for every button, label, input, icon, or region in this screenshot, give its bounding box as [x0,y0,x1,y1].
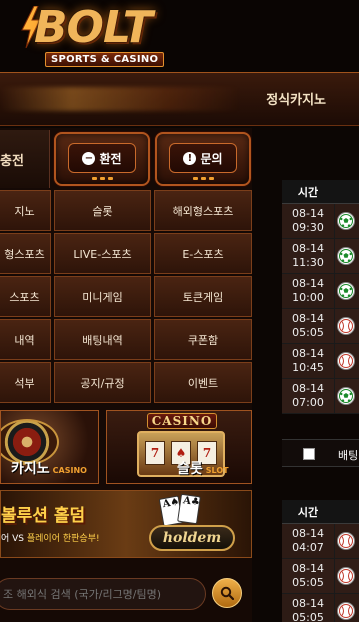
soccer-ball-icon [337,387,355,405]
exclamation-icon: ! [183,151,197,165]
table-row[interactable]: 08-14 05:05 [282,559,359,594]
menu-attendance[interactable]: 석부 [0,362,51,403]
match-time: 08-14 11:30 [292,242,324,269]
holdem-logo: holdem [149,525,235,551]
exchange-button-face: − 환전 [68,143,136,173]
menu-overseas-sports[interactable]: 해외형스포츠 [154,190,252,231]
left-panel: 충전 − 환전 ! 문의 지노 슬롯 해외형스포츠 형스포츠 LIVE-스포츠 … [0,128,252,622]
holdem-subtitle: 어 VS 플레이어 한판승부! [1,534,100,544]
select-all-checkbox[interactable] [303,448,315,460]
baseball-icon [337,602,355,620]
table-row[interactable]: 08-14 10:45 [282,344,359,379]
exchange-button[interactable]: − 환전 [54,132,150,186]
table-row[interactable]: 08-14 09:30 [282,204,359,239]
logo-text: BOLT [34,2,153,53]
search-icon [220,586,234,600]
soccer-ball-icon [337,247,355,265]
inquiry-button-face: ! 문의 [169,143,237,173]
bet-select-row: 배팅 [282,439,359,467]
charge-button[interactable]: 충전 [0,130,50,188]
slot-sign: CASINO [147,413,217,429]
menu-special-sports[interactable]: 스포츠 [0,276,51,317]
casino-banner[interactable]: 카지노 CASINO [0,410,99,484]
table-row[interactable]: 08-14 05:05 [282,309,359,344]
match-time: 08-14 10:00 [292,277,324,304]
slot-banner[interactable]: CASINO 7 ♠ 7 슬롯 SLOT [106,410,252,484]
table-header: 시간 [282,500,359,524]
bet-label: 배팅 [338,449,359,462]
holdem-title: 볼루션 홀덤 [1,506,86,526]
menu-live-sports[interactable]: LIVE-스포츠 [54,233,151,274]
exchange-label: 환전 [99,151,122,166]
nav-bar: 정식카지노 [0,72,359,126]
nav-item-official-casino[interactable]: 정식카지노 [266,89,326,108]
table-row[interactable]: 08-14 04:07 [282,524,359,559]
menu-e-sports[interactable]: E-스포츠 [154,233,252,274]
match-time: 08-14 09:30 [292,207,324,234]
menu-history[interactable]: 내역 [0,319,51,360]
casino-banner-label: 카지노 CASINO [11,461,87,477]
match-time: 08-14 05:05 [292,562,324,589]
baseball-icon [337,317,355,335]
inquiry-label: 문의 [200,151,223,166]
baseball-icon [337,352,355,370]
search-button[interactable] [212,578,242,608]
table-row[interactable]: 08-14 05:05 [282,594,359,622]
soccer-ball-icon [337,212,355,230]
menu-mini-game[interactable]: 미니게임 [54,276,151,317]
match-time: 08-14 04:07 [292,527,324,554]
menu-domestic-sports[interactable]: 형스포츠 [0,233,51,274]
baseball-icon [337,567,355,585]
minus-icon: − [82,151,96,165]
match-time: 08-14 07:00 [292,382,324,409]
top-buttons: 충전 − 환전 ! 문의 [0,128,252,188]
schedule-table-2: 시간 08-14 04:07 08-14 05:05 08-14 05:05 [282,500,359,622]
menu-casino[interactable]: 지노 [0,190,51,231]
search-bar [0,576,252,612]
button-dots [193,177,215,181]
menu-notice[interactable]: 공지/규정 [54,362,151,403]
inquiry-button[interactable]: ! 문의 [155,132,251,186]
nav-glow [0,87,240,111]
holdem-banner[interactable]: 볼루션 홀덤 어 VS 플레이어 한판승부! A♠ A♣ holdem [0,490,252,558]
logo[interactable]: BOLT SPORTS & CASINO [20,2,170,68]
menu-bet-history[interactable]: 배팅내역 [54,319,151,360]
match-time: 08-14 05:05 [292,312,324,339]
table-row[interactable]: 08-14 10:00 [282,274,359,309]
header: BOLT SPORTS & CASINO [0,0,359,72]
menu-event[interactable]: 이벤트 [154,362,252,403]
search-input[interactable] [0,578,206,610]
table-header: 시간 [282,180,359,204]
logo-tagline: SPORTS & CASINO [45,52,165,67]
slot-banner-label: 슬롯 SLOT [177,461,229,477]
table-row[interactable]: 08-14 11:30 [282,239,359,274]
page: BOLT SPORTS & CASINO 정식카지노 충전 − 환전 ! 문의 [0,0,359,622]
match-time: 08-14 10:45 [292,347,324,374]
schedule-panel: 시간 08-14 09:30 08-14 11:30 08-14 10:00 08-14 05… [282,180,359,622]
card-icon: A♣ [177,493,201,525]
menu-coupon[interactable]: 쿠폰함 [154,319,252,360]
baseball-icon [337,532,355,550]
schedule-table-1: 시간 08-14 09:30 08-14 11:30 08-14 10:00 08-14 05… [282,180,359,414]
game-banners: 카지노 CASINO CASINO 7 ♠ 7 슬롯 SLOT [0,408,252,486]
button-dots [92,177,114,181]
menu-token-game[interactable]: 토큰게임 [154,276,252,317]
table-row[interactable]: 08-14 07:00 [282,379,359,414]
menu-slot[interactable]: 슬롯 [54,190,151,231]
match-time: 08-14 05:05 [292,597,324,622]
soccer-ball-icon [337,282,355,300]
